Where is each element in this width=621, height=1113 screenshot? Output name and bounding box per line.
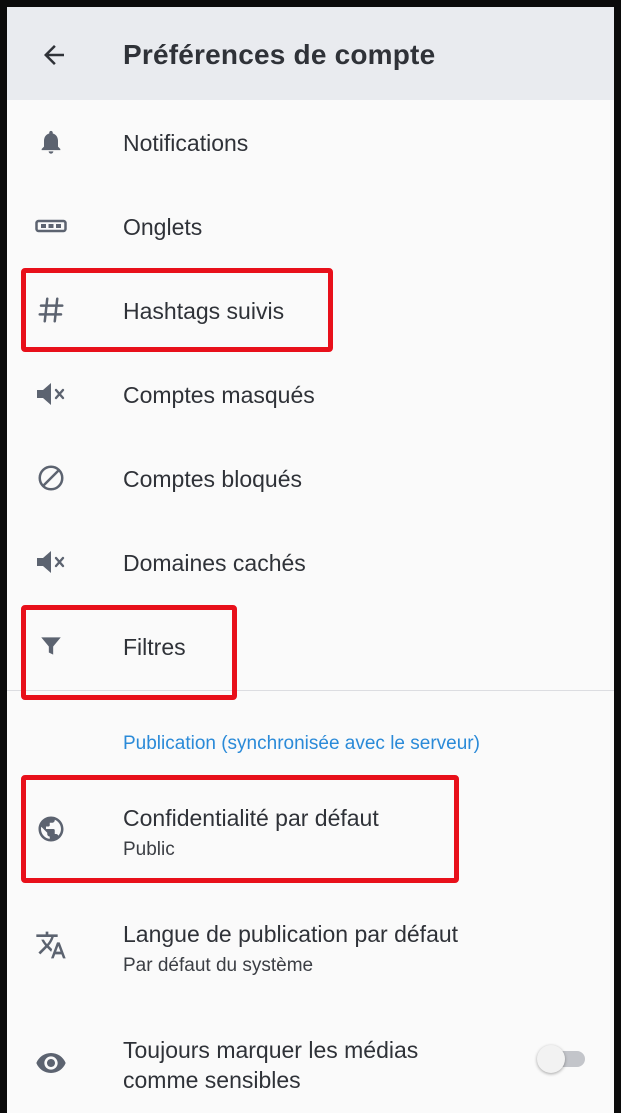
hashtag-icon <box>33 292 69 328</box>
setting-value: Par défaut du système <box>123 955 314 976</box>
setting-always-sensitive[interactable]: Toujours marquer les médias comme sensib… <box>7 1021 614 1105</box>
block-icon <box>33 460 69 496</box>
app-bar: Préférences de compte <box>7 7 614 100</box>
menu-item-label: Notifications <box>123 130 249 156</box>
translate-icon <box>33 927 69 963</box>
setting-label: Confidentialité par défaut <box>123 805 379 831</box>
app-screen: Préférences de compte Notifications Ongl… <box>7 7 614 1113</box>
menu-item-followed-hashtags[interactable]: Hashtags suivis <box>7 268 614 352</box>
menu-item-label: Comptes masqués <box>123 382 315 408</box>
filter-icon <box>33 628 69 664</box>
menu-item-hidden-domains[interactable]: Domaines cachés <box>7 520 614 604</box>
sensitive-media-toggle[interactable] <box>537 1045 585 1073</box>
menu-item-blocked-accounts[interactable]: Comptes bloqués <box>7 436 614 520</box>
volume-off-icon <box>33 376 69 412</box>
tabs-icon <box>33 208 69 244</box>
setting-label: Langue de publication par défaut <box>123 921 459 947</box>
setting-value: Public <box>123 839 175 860</box>
menu-item-label: Comptes bloqués <box>123 466 302 492</box>
menu-item-filters[interactable]: Filtres <box>7 604 614 688</box>
menu-item-tabs[interactable]: Onglets <box>7 184 614 268</box>
eye-icon <box>33 1045 69 1081</box>
arrow-back-icon <box>39 40 69 70</box>
setting-default-language[interactable]: Langue de publication par défaut Par déf… <box>7 905 614 989</box>
divider <box>7 690 614 691</box>
page-title: Préférences de compte <box>123 39 436 70</box>
volume-off-icon <box>33 544 69 580</box>
menu-item-notifications[interactable]: Notifications <box>7 100 614 184</box>
bell-icon <box>33 124 69 160</box>
toggle-thumb <box>537 1045 565 1073</box>
menu-item-label: Onglets <box>123 214 203 240</box>
setting-label-line2: comme sensibles <box>123 1067 301 1093</box>
menu-item-label: Hashtags suivis <box>123 298 285 324</box>
globe-icon <box>33 811 69 847</box>
setting-label-line1: Toujours marquer les médias <box>123 1037 419 1063</box>
menu-item-label: Filtres <box>123 634 186 660</box>
back-button[interactable] <box>31 32 77 78</box>
setting-default-privacy[interactable]: Confidentialité par défaut Public <box>7 789 614 873</box>
menu-item-muted-accounts[interactable]: Comptes masqués <box>7 352 614 436</box>
section-header-publishing: Publication (synchronisée avec le serveu… <box>123 733 480 754</box>
menu-item-label: Domaines cachés <box>123 550 306 576</box>
